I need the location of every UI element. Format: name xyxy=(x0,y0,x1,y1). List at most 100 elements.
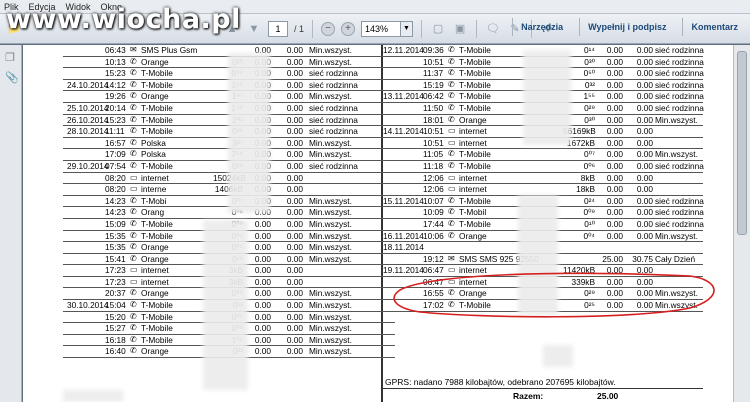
phone-icon: ✆ xyxy=(448,91,455,101)
page-number-input[interactable]: 1 xyxy=(268,20,288,37)
row-tariff: sieć rodzinna xyxy=(655,102,704,113)
row-tariff: Min.wszyst. xyxy=(309,253,352,264)
row-tariff: sieć rodzinna xyxy=(309,79,358,90)
row-tariff: sieć rodzinna xyxy=(309,160,358,171)
zoom-out-button[interactable]: − xyxy=(321,21,336,36)
row-tariff: Min.wszyst. xyxy=(309,91,352,102)
row-time: 15:35 xyxy=(105,230,126,241)
row-cost: 0.00 xyxy=(286,265,303,276)
row-date: 18.11.2014 xyxy=(383,242,424,253)
row-time: 19:12 xyxy=(423,253,444,264)
row-cost: 0.00 xyxy=(286,288,303,299)
row-tariff: Min.wszyst. xyxy=(309,311,352,322)
row-cost: 0.00 xyxy=(286,218,303,229)
row-cost: 0.00 xyxy=(286,102,303,113)
row-time: 10:06 xyxy=(423,230,444,241)
row-time: 14:23 xyxy=(105,195,126,206)
row-price: 0.00 xyxy=(606,149,623,160)
row-tariff: Min.wszyst. xyxy=(309,195,352,206)
row-time: 11:50 xyxy=(423,102,444,113)
row-time: 15:41 xyxy=(105,253,126,264)
zoom-in-button[interactable]: + xyxy=(341,21,356,36)
internet-icon: ▭ xyxy=(130,184,138,194)
row-price: 0.00 xyxy=(606,184,623,195)
internet-icon: ▭ xyxy=(448,184,456,194)
row-price: 0.00 xyxy=(606,195,623,206)
row-time: 17:44 xyxy=(423,218,444,229)
sms-icon: ✉ xyxy=(130,45,137,54)
row-date: 12.11.2014 xyxy=(383,45,424,55)
row-cost: 0.00 xyxy=(286,126,303,137)
phone-icon: ✆ xyxy=(448,207,455,217)
tools-button[interactable]: Narzędzia xyxy=(512,18,571,36)
row-tariff: Min.wszyst. xyxy=(309,242,352,253)
row-tariff: sieć rodzinna xyxy=(655,207,704,218)
phone-icon: ✆ xyxy=(130,218,137,228)
phone-icon: ✆ xyxy=(130,56,137,66)
row-duration: 8kB xyxy=(580,172,595,183)
fullscreen-icon[interactable]: ▣ xyxy=(452,21,468,37)
watermark-logo: www.wiocha.pl xyxy=(6,4,241,35)
table-row: 11:05 T-Mobile 0⁰⁷ 0.00 0.00 Min.wszyst. ✆ xyxy=(383,149,703,161)
row-tariff: Min.wszyst. xyxy=(309,288,352,299)
phone-icon: ✆ xyxy=(130,102,137,112)
row-time: 18:01 xyxy=(423,114,444,125)
phone-icon: ✆ xyxy=(448,218,455,228)
row-cost: 0.00 xyxy=(286,56,303,67)
row-time: 10:51 xyxy=(423,56,444,67)
row-date: 29.10.2014 xyxy=(67,160,109,171)
row-cost: 0.00 xyxy=(286,346,303,357)
row-date: 25.10.2014 xyxy=(67,102,109,113)
row-cost: 0.00 xyxy=(286,45,303,55)
row-time: 15:09 xyxy=(105,218,126,229)
row-tariff: sieć rodzinna xyxy=(655,68,704,79)
phone-icon: ✆ xyxy=(448,56,455,66)
zoom-level-field[interactable]: 143% xyxy=(361,20,402,37)
vertical-scrollbar[interactable] xyxy=(733,45,750,402)
row-time: 06:42 xyxy=(423,91,444,102)
fit-page-icon[interactable]: ▢ xyxy=(430,21,446,37)
row-cost: 0.00 xyxy=(636,149,653,160)
arrow-down-icon[interactable]: ▼ xyxy=(246,21,262,37)
row-cost: 0.00 xyxy=(286,114,303,125)
row-tariff: sieć rodzinna xyxy=(655,56,704,67)
row-price: 0.00 xyxy=(606,137,623,148)
row-duration: 0⁰⁹ xyxy=(583,207,596,218)
row-price: 0.00 xyxy=(606,207,623,218)
row-cost: 0.00 xyxy=(286,300,303,311)
row-time: 14:12 xyxy=(105,79,126,90)
row-cost: 0.00 xyxy=(636,160,653,171)
row-cost: 0.00 xyxy=(286,160,303,171)
row-cost: 0.00 xyxy=(286,253,303,264)
row-tariff: sieć rodzinna xyxy=(655,218,704,229)
row-tariff: sieć rodzinna xyxy=(655,195,704,206)
zoom-dropdown-arrow-icon[interactable]: ▼ xyxy=(401,20,414,37)
row-cost: 0.00 xyxy=(286,172,303,183)
row-time: 17:23 xyxy=(105,276,126,287)
row-cost: 0.00 xyxy=(636,68,653,79)
row-cost: 0.00 xyxy=(286,334,303,345)
row-duration: 18kB xyxy=(576,184,595,195)
row-tariff: Min.wszyst. xyxy=(309,334,352,345)
phone-icon: ✆ xyxy=(130,79,137,89)
row-time: 10:51 xyxy=(423,126,444,137)
pages-panel-icon[interactable]: ❐ xyxy=(5,51,17,64)
comment-icon[interactable]: 🗨 xyxy=(485,21,501,37)
row-tariff: sieć rodzinna xyxy=(655,160,704,171)
scrollbar-thumb[interactable] xyxy=(737,51,747,235)
row-cost: 0.00 xyxy=(286,242,303,253)
row-tariff: sieć rodzinna xyxy=(655,79,704,90)
attachment-icon[interactable]: 📎 xyxy=(5,71,19,84)
row-time: 11:37 xyxy=(423,68,444,79)
row-price: 0.00 xyxy=(606,79,623,90)
table-row: 12:06 internet 8kB 0.00 0.00 ▭ xyxy=(383,173,703,185)
row-price: 0.00 xyxy=(606,102,623,113)
row-tariff: Min.wszyst. xyxy=(309,45,352,55)
row-cost: 0.00 xyxy=(286,311,303,322)
row-duration: 0⁰⁶ xyxy=(583,160,595,171)
comments-button[interactable]: Komentarz xyxy=(682,18,746,36)
internet-icon: ▭ xyxy=(130,276,138,286)
fill-sign-button[interactable]: Wypełnij i podpisz xyxy=(579,18,674,36)
phone-icon: ✆ xyxy=(448,45,455,54)
row-cost: 0.00 xyxy=(286,184,303,195)
